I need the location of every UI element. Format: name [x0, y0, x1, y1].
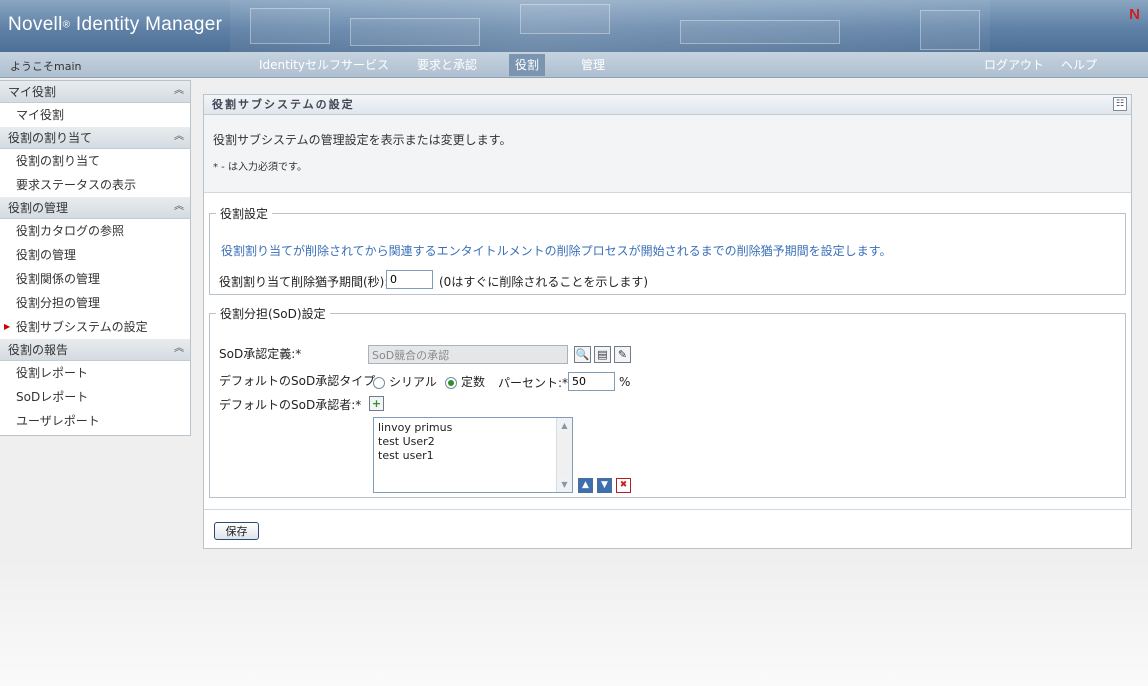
grace-period-hint: (0はすぐに削除されることを示します): [439, 275, 648, 289]
percent-label: パーセント:*: [498, 376, 569, 390]
sidebar-item-assign-roles[interactable]: 役割の割り当て: [0, 149, 190, 173]
welcome-text: ようこそmain: [10, 60, 82, 73]
collapse-icon[interactable]: ︽: [172, 130, 186, 144]
sidebar: マイ役割 ︽ マイ役割 役割の割り当て ︽ 役割の割り当て 要求ステータスの表示…: [0, 80, 191, 436]
tab-requests-approvals[interactable]: 要求と承認: [411, 54, 483, 76]
sidebar-item-manage-roles[interactable]: 役割の管理: [0, 243, 190, 267]
percent-input[interactable]: [568, 372, 615, 391]
sidebar-item-role-reports[interactable]: 役割レポート: [0, 361, 190, 385]
section-title: マイ役割: [8, 85, 57, 99]
panel-intro: 役割サブシステムの管理設定を表示または変更します。 * - は入力必須です。: [204, 115, 1131, 193]
header-decoration: [250, 8, 330, 44]
sod-definition-label: SoD承認定義:*: [219, 347, 302, 361]
sidebar-item-manage-role-relationships[interactable]: 役割関係の管理: [0, 267, 190, 291]
product-logo: Novell® Identity Manager: [8, 14, 222, 36]
panel-description: 役割サブシステムの管理設定を表示または変更します。: [213, 133, 512, 147]
sidebar-item-configure-role-subsystem[interactable]: 役割サブシステムの設定: [0, 315, 190, 339]
sidebar-section-role-assignment: 役割の割り当て ︽: [0, 127, 190, 149]
serial-option[interactable]: シリアル: [373, 373, 437, 390]
role-settings-legend: 役割設定: [220, 207, 269, 221]
list-item[interactable]: test user1: [374, 449, 572, 463]
sidebar-item-view-request-status[interactable]: 要求ステータスの表示: [0, 173, 190, 197]
tab-identity-self-service[interactable]: Identityセルフサービス: [253, 54, 395, 76]
role-settings-group: 役割設定 役割割り当てが削除されてから関連するエンタイトルメントの削除プロセスが…: [209, 205, 1126, 295]
sidebar-section-role-reporting: 役割の報告 ︽: [0, 339, 190, 361]
sidebar-item-my-roles[interactable]: マイ役割: [0, 103, 190, 127]
page-footer: [0, 560, 1148, 686]
quorum-option[interactable]: 定数: [445, 373, 485, 390]
sod-type-label: デフォルトのSoD承認タイプ:: [219, 374, 380, 388]
section-title: 役割の割り当て: [8, 131, 93, 145]
collapse-icon[interactable]: ︽: [172, 200, 186, 214]
percent-unit: %: [619, 375, 631, 389]
role-settings-info: 役割割り当てが削除されてから関連するエンタイトルメントの削除プロセスが開始される…: [221, 244, 892, 258]
role-subsystem-panel: 役割サブシステムの設定 ☷ 役割サブシステムの管理設定を表示または変更します。 …: [203, 94, 1132, 549]
sod-settings-legend: 役割分担(SoD)設定: [220, 307, 326, 321]
list-scrollbar[interactable]: ▲ ▼: [556, 418, 572, 492]
sod-settings-group: 役割分担(SoD)設定 SoD承認定義:* 🔍 ▤ ✎ デフォルトのSoD承認タ…: [209, 305, 1126, 498]
sidebar-item-sod-reports[interactable]: SoDレポート: [0, 385, 190, 409]
novell-n-icon: N: [1129, 6, 1140, 23]
tab-administration[interactable]: 管理: [575, 54, 611, 76]
brand-reg: ®: [62, 19, 71, 31]
list-item[interactable]: linvoy primus: [374, 421, 572, 435]
save-bar: 保存: [204, 509, 1131, 548]
add-approver-icon[interactable]: +: [369, 396, 384, 411]
search-icon[interactable]: 🔍: [574, 346, 591, 363]
panel-menu-icon[interactable]: ☷: [1113, 97, 1127, 111]
grace-period-input[interactable]: [386, 270, 433, 289]
app-header: Novell® Identity Manager N: [0, 0, 1148, 52]
sod-definition-input[interactable]: [368, 345, 568, 364]
grace-period-label: 役割割り当て削除猶予期間(秒):: [219, 275, 389, 289]
quorum-label: 定数: [461, 375, 486, 389]
section-title: 役割の報告: [8, 343, 69, 357]
list-item[interactable]: test User2: [374, 435, 572, 449]
panel-title-text: 役割サブシステムの設定: [212, 98, 355, 111]
quorum-radio[interactable]: [445, 376, 457, 389]
brand-name: Novell: [8, 14, 63, 35]
sidebar-section-my-roles: マイ役割 ︽: [0, 81, 190, 103]
sidebar-item-browse-role-catalog[interactable]: 役割カタログの参照: [0, 219, 190, 243]
sidebar-item-user-reports[interactable]: ユーザレポート: [0, 409, 190, 433]
section-title: 役割の管理: [8, 201, 69, 215]
collapse-icon[interactable]: ︽: [172, 84, 186, 98]
panel-title: 役割サブシステムの設定 ☷: [204, 95, 1131, 115]
move-up-icon[interactable]: ▲: [578, 478, 593, 493]
edit-icon[interactable]: ✎: [614, 346, 631, 363]
logout-link[interactable]: ログアウト: [984, 54, 1044, 76]
sidebar-item-manage-sod[interactable]: 役割分担の管理: [0, 291, 190, 315]
header-decoration: [920, 10, 980, 50]
help-link[interactable]: ヘルプ: [1061, 54, 1097, 76]
remove-icon[interactable]: ✖: [616, 478, 631, 493]
header-decoration: [520, 4, 610, 34]
tab-roles[interactable]: 役割: [509, 54, 546, 76]
serial-radio[interactable]: [373, 376, 385, 389]
serial-label: シリアル: [389, 375, 437, 389]
required-note: * - は入力必須です。: [213, 162, 307, 173]
collapse-icon[interactable]: ︽: [172, 342, 186, 356]
scroll-up-icon[interactable]: ▲: [557, 418, 572, 433]
header-decoration: [230, 0, 990, 52]
scroll-down-icon[interactable]: ▼: [557, 477, 572, 492]
sidebar-section-role-management: 役割の管理 ︽: [0, 197, 190, 219]
header-decoration: [350, 18, 480, 46]
header-decoration: [680, 20, 840, 44]
nav-bar: ようこそmain Identityセルフサービス 要求と承認 役割 管理 ログア…: [0, 52, 1148, 78]
brand-product: Identity Manager: [75, 14, 223, 35]
move-down-icon[interactable]: ▼: [597, 478, 612, 493]
sod-approvers-label: デフォルトのSoD承認者:*: [219, 398, 362, 412]
sod-approvers-list[interactable]: linvoy primus test User2 test user1 ▲ ▼: [373, 417, 573, 493]
save-button[interactable]: 保存: [214, 522, 259, 540]
history-icon[interactable]: ▤: [594, 346, 611, 363]
